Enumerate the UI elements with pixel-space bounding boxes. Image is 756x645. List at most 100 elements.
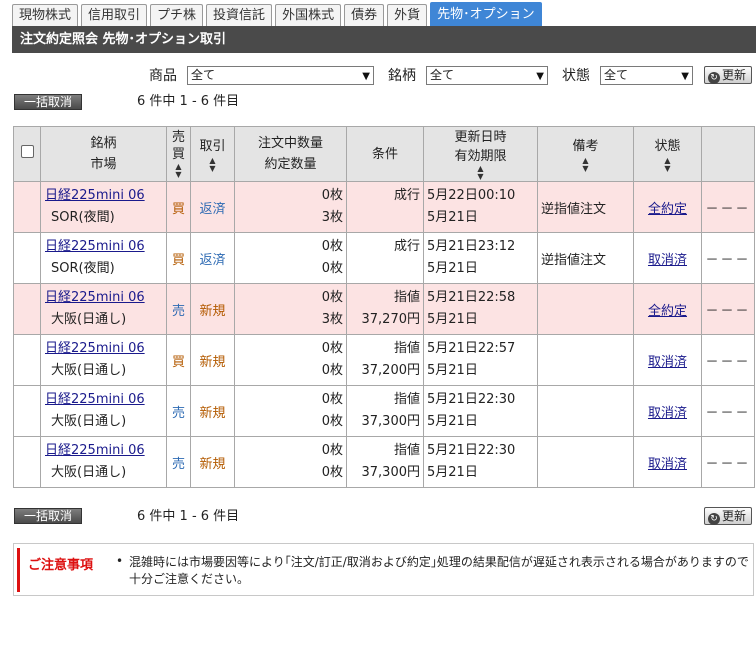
tab-puchikabu[interactable]: プチ株: [150, 4, 204, 26]
market-label: 大阪(日通し): [51, 363, 127, 378]
action-cell: －－－: [701, 436, 755, 488]
header-market-label: 市場: [90, 157, 117, 172]
status-select[interactable]: 全て ▼: [600, 66, 693, 85]
tab-genbutsu[interactable]: 現物株式: [12, 4, 79, 26]
note-cell: 逆指値注文: [537, 232, 634, 284]
header-action: [701, 126, 755, 182]
open-qty: 0枚: [321, 290, 343, 305]
open-qty: 0枚: [321, 188, 343, 203]
market-label: SOR(夜間): [51, 210, 115, 225]
status-link[interactable]: 取消済: [648, 355, 687, 370]
tab-futures-options[interactable]: 先物･オプション: [430, 2, 542, 26]
brand-select[interactable]: 全て ▼: [426, 66, 548, 85]
side-cell: 売: [166, 385, 191, 437]
type-cell: 新規: [190, 283, 235, 335]
note-cell: 逆指値注文: [537, 181, 634, 233]
note-cell: [537, 385, 634, 437]
filled-qty: 0枚: [321, 363, 343, 378]
qty-cell: 0枚 3枚: [234, 181, 347, 233]
table-row: 日経225mini 06 SOR(夜間) 買返済 0枚 3枚 成行 5月22日00:10 5月…: [13, 181, 755, 233]
action-cell: －－－: [701, 181, 755, 233]
header-date: 更新日時有効期限 ▲ ▼: [423, 126, 538, 182]
header-date-label-1: 更新日時: [454, 130, 507, 145]
qty-cell: 0枚 0枚: [234, 385, 347, 437]
action-cell: －－－: [701, 232, 755, 284]
refresh-button-bottom[interactable]: ↻ 更新: [704, 507, 752, 525]
side-cell: 買: [166, 232, 191, 284]
open-qty: 0枚: [321, 392, 343, 407]
open-qty: 0枚: [321, 239, 343, 254]
type-cell: 返済: [190, 232, 235, 284]
refresh-icon: ↻: [708, 513, 720, 525]
status-select-value: 全て: [604, 68, 629, 82]
header-name-label: 銘柄: [90, 136, 117, 151]
condition-cell: 成行: [346, 232, 424, 284]
header-qty-label-1: 注文中数量: [257, 136, 323, 151]
note-label: 逆指値注文: [541, 201, 607, 217]
bulk-cancel-button-bottom[interactable]: 一括取消: [14, 508, 82, 524]
status-link[interactable]: 取消済: [648, 406, 687, 421]
product-filter-label: 商品: [149, 68, 177, 84]
status-link[interactable]: 全約定: [648, 304, 687, 319]
tab-foreign-stock[interactable]: 外国株式: [275, 4, 342, 26]
date-cell: 5月21日22:58 5月21日: [423, 283, 538, 335]
header-select-all: [13, 126, 41, 182]
updated-at: 5月21日22:30: [427, 392, 516, 407]
tab-shinyo[interactable]: 信用取引: [81, 4, 148, 26]
refresh-label: 更新: [722, 509, 747, 523]
note-label: 逆指値注文: [541, 252, 607, 268]
type-cell: 返済: [190, 181, 235, 233]
result-count-bottom: 6 件中 1 - 6 件目: [137, 509, 240, 524]
status-link[interactable]: 取消済: [648, 457, 687, 472]
table-row: 日経225mini 06 SOR(夜間) 買返済 0枚 0枚 成行 5月21日23:12 5月…: [13, 232, 755, 284]
row-checkbox-cell: [13, 232, 41, 284]
sort-arrows-icon[interactable]: ▲ ▼: [167, 163, 190, 179]
condition-type: 指値: [393, 392, 420, 407]
product-select[interactable]: 全て ▼: [187, 66, 374, 85]
instrument-link[interactable]: 日経225mini 06: [45, 443, 145, 458]
sort-arrows-icon[interactable]: ▲ ▼: [191, 156, 234, 173]
tab-fx[interactable]: 外貨: [387, 4, 428, 26]
market-label: 大阪(日通し): [51, 312, 127, 327]
instrument-link[interactable]: 日経225mini 06: [45, 239, 145, 254]
note-cell: [537, 334, 634, 386]
instrument-link[interactable]: 日経225mini 06: [45, 392, 145, 407]
status-cell: 全約定: [633, 283, 702, 335]
sort-arrows-icon[interactable]: ▲ ▼: [538, 156, 633, 173]
header-date-label-2: 有効期限: [454, 149, 507, 164]
select-all-checkbox[interactable]: [20, 144, 34, 158]
date-cell: 5月22日00:10 5月21日: [423, 181, 538, 233]
instrument-link[interactable]: 日経225mini 06: [45, 341, 145, 356]
expiry-date: 5月21日: [427, 312, 478, 327]
chevron-down-icon: ▼: [536, 71, 544, 82]
market-label: SOR(夜間): [51, 261, 115, 276]
sort-arrows-icon[interactable]: ▲ ▼: [634, 156, 701, 173]
notice-accent-bar: [17, 548, 20, 592]
date-cell: 5月21日22:30 5月21日: [423, 436, 538, 488]
tab-toushin[interactable]: 投資信託: [206, 4, 273, 26]
refresh-button-top[interactable]: ↻ 更新: [704, 66, 752, 84]
condition-cell: 指値 37,200円: [346, 334, 424, 386]
expiry-date: 5月21日: [427, 363, 478, 378]
notice-title: ご注意事項: [28, 558, 94, 573]
product-select-value: 全て: [191, 68, 216, 82]
status-link[interactable]: 取消済: [648, 253, 687, 268]
side-label: 売: [171, 303, 185, 319]
instrument-link[interactable]: 日経225mini 06: [45, 188, 145, 203]
condition-type: 成行: [393, 239, 420, 254]
instrument-link[interactable]: 日経225mini 06: [45, 290, 145, 305]
status-cell: 取消済: [633, 385, 702, 437]
condition-type: 指値: [393, 341, 420, 356]
tab-bonds[interactable]: 債券: [344, 4, 385, 26]
header-condition-label: 条件: [371, 146, 398, 162]
header-note-label: 備考: [572, 138, 599, 154]
filled-qty: 0枚: [321, 465, 343, 480]
action-cell: －－－: [701, 283, 755, 335]
header-status-label: 状態: [654, 138, 681, 154]
status-link[interactable]: 全約定: [648, 202, 687, 217]
updated-at: 5月21日22:30: [427, 443, 516, 458]
bulk-cancel-button-top[interactable]: 一括取消: [14, 94, 82, 110]
chevron-down-icon: ▼: [681, 71, 689, 82]
sort-arrows-icon[interactable]: ▲ ▼: [424, 165, 537, 181]
updated-at: 5月21日22:57: [427, 341, 516, 356]
